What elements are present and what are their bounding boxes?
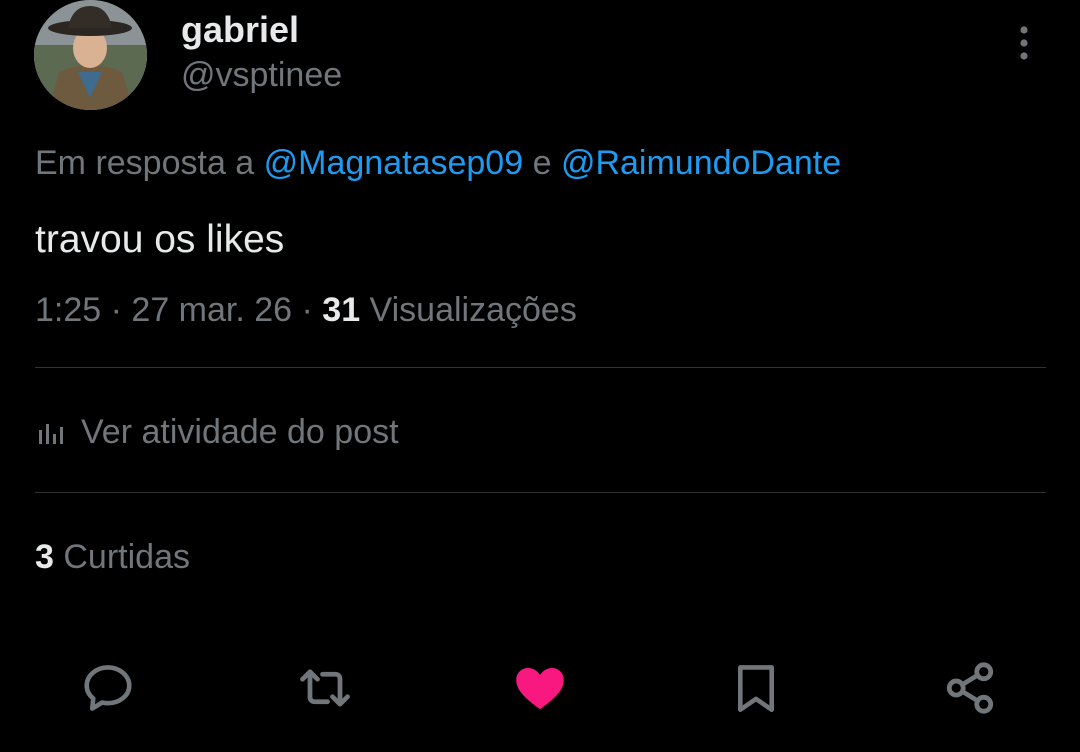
post-activity-label: Ver atividade do post	[81, 413, 399, 451]
views-label: Visualizações	[360, 291, 577, 329]
reply-prefix: Em resposta a	[35, 144, 264, 182]
more-options-button[interactable]	[1006, 24, 1042, 64]
post-date[interactable]: 27 mar. 26	[131, 291, 292, 329]
avatar[interactable]	[34, 0, 147, 110]
author-display-name[interactable]: gabriel	[181, 8, 299, 52]
meta-separator: ·	[101, 291, 132, 329]
bar-chart-icon	[39, 424, 63, 444]
bookmark-icon	[737, 665, 775, 713]
repost-arrows-icon	[300, 669, 350, 707]
post-text: travou os likes	[35, 218, 285, 261]
share-button[interactable]	[940, 658, 1000, 718]
post-metadata: 1:25 · 27 mar. 26 · 31 Visualizações	[35, 288, 577, 332]
like-button[interactable]	[510, 658, 570, 718]
likes-count: 3	[35, 538, 54, 576]
post-time[interactable]: 1:25	[35, 291, 101, 329]
mention-link-1[interactable]: @Magnatasep09	[264, 144, 523, 182]
reply-button[interactable]	[78, 658, 138, 718]
likes-summary[interactable]: 3 Curtidas	[35, 535, 190, 579]
divider	[35, 367, 1046, 368]
post-activity-link[interactable]: Ver atividade do post	[35, 410, 399, 454]
reply-conjunction: e	[523, 144, 561, 182]
divider	[35, 492, 1046, 493]
reply-context: Em resposta a @Magnatasep09 e @RaimundoD…	[35, 141, 841, 185]
heart-filled-icon	[516, 668, 564, 710]
bookmark-button[interactable]	[726, 658, 786, 718]
views-count: 31	[322, 291, 361, 329]
speech-bubble-icon	[84, 665, 132, 711]
repost-button[interactable]	[295, 658, 355, 718]
share-nodes-icon	[946, 662, 994, 714]
likes-label: Curtidas	[53, 538, 190, 576]
meta-separator: ·	[292, 291, 323, 329]
avatar-photo	[34, 0, 147, 110]
vertical-dots-icon	[1020, 26, 1028, 60]
author-handle[interactable]: @vsptinee	[181, 55, 342, 95]
mention-link-2[interactable]: @RaimundoDante	[561, 144, 841, 182]
